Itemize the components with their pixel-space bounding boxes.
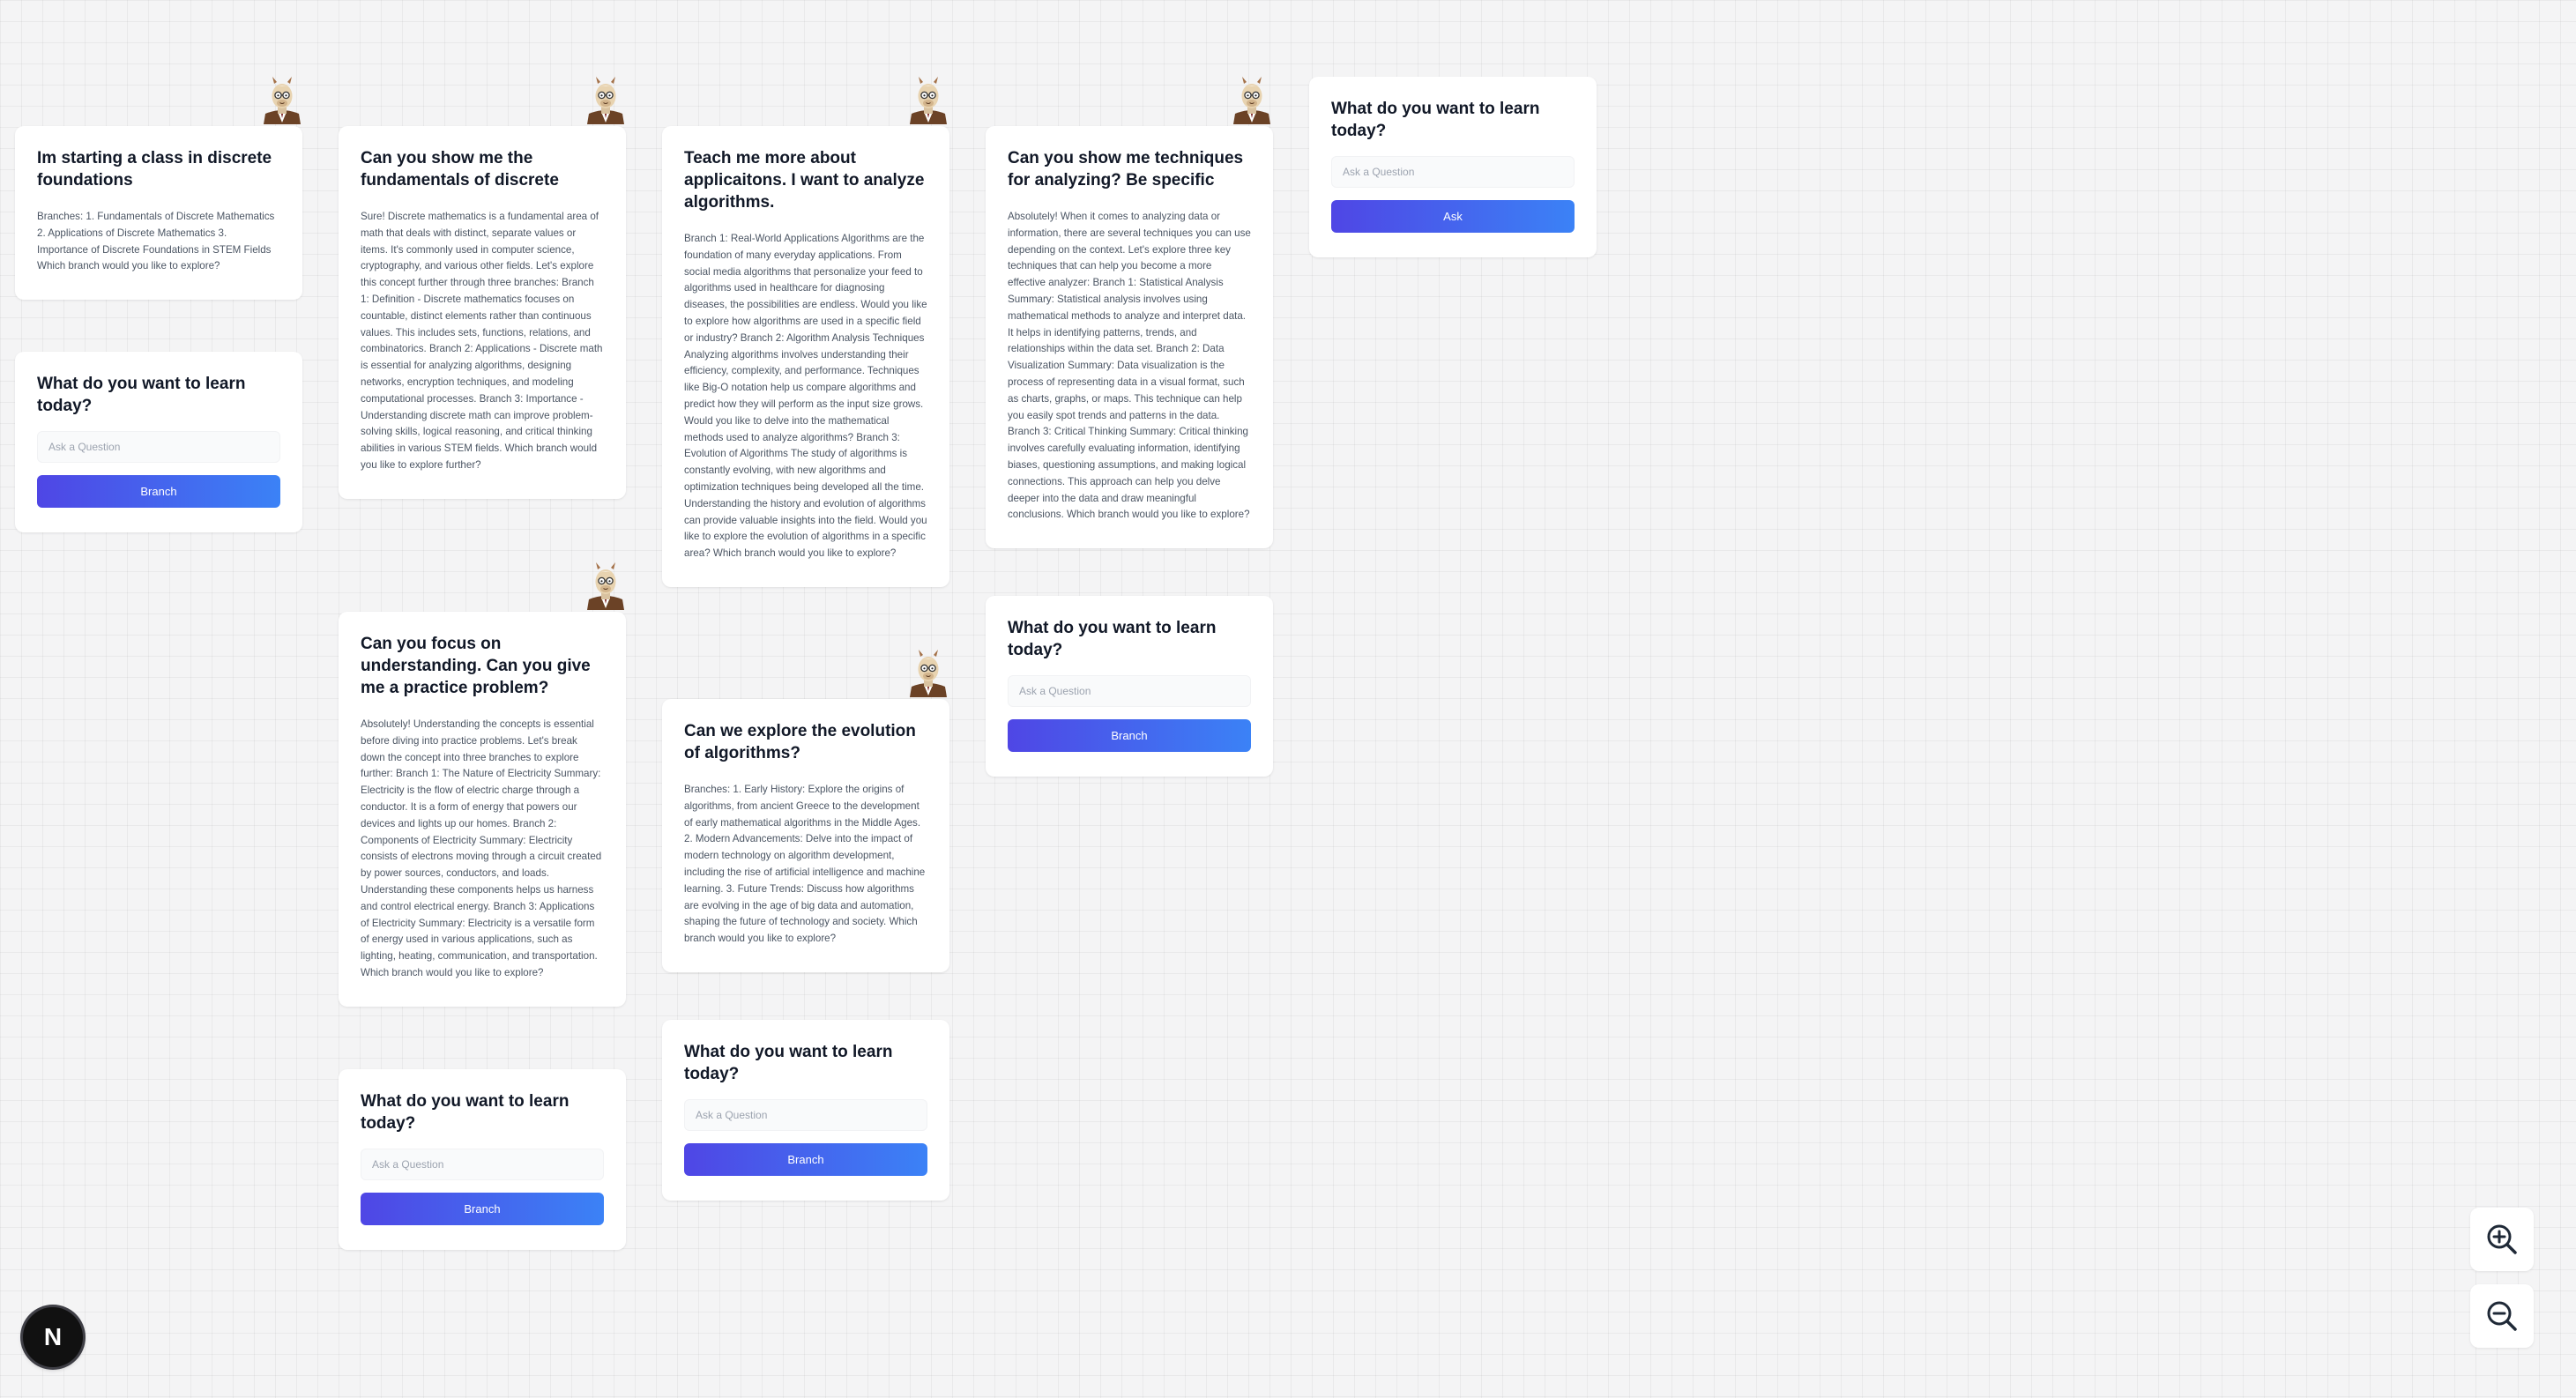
ask-card: What do you want to learn today? Branch (986, 596, 1273, 777)
ask-title: What do you want to learn today? (361, 1092, 570, 1133)
message-card: Can you show me techniques for analyzing… (986, 126, 1273, 549)
ask-card: What do you want to learn today? Branch (339, 1069, 626, 1250)
answer-text: Absolutely! When it comes to analyzing d… (1008, 211, 1251, 521)
zoom-out-icon (2487, 1301, 2517, 1331)
zoom-in-icon (2487, 1224, 2517, 1254)
ask-title: What do you want to learn today? (37, 375, 246, 415)
llama-professor-icon (1230, 77, 1274, 124)
answer-text: Branch 1: Real-World Applications Algori… (684, 233, 927, 560)
question-input[interactable] (1331, 156, 1575, 188)
ask-card: What do you want to learn today? Branch (662, 1020, 949, 1201)
branch-button[interactable]: Branch (684, 1143, 927, 1176)
message-card: Teach me more about applicaitons. I want… (662, 126, 949, 587)
llama-professor-icon (906, 650, 950, 697)
ask-button[interactable]: Ask (1331, 200, 1575, 233)
branch-button[interactable]: Branch (361, 1193, 604, 1225)
question-title: Im starting a class in discrete foundati… (37, 149, 272, 190)
llama-professor-icon (584, 77, 628, 124)
message-card: Im starting a class in discrete foundati… (15, 126, 302, 301)
question-title: Can we explore the evolution of algorith… (684, 722, 916, 762)
next-logo-icon: N (43, 1323, 63, 1350)
question-input[interactable] (37, 431, 280, 463)
ask-card: What do you want to learn today? Ask (1309, 77, 1597, 257)
answer-text: Sure! Discrete mathematics is a fundamen… (361, 211, 603, 471)
question-title: Teach me more about applicaitons. I want… (684, 149, 925, 212)
message-card: Can you show me the fundamentals of disc… (339, 126, 626, 499)
zoom-out-button[interactable] (2470, 1284, 2534, 1348)
zoom-in-button[interactable] (2470, 1208, 2534, 1271)
question-input[interactable] (1008, 675, 1251, 707)
question-input[interactable] (361, 1149, 604, 1180)
question-title: Can you show me techniques for analyzing… (1008, 149, 1244, 190)
question-input[interactable] (684, 1099, 927, 1131)
answer-text: Absolutely! Understanding the concepts i… (361, 718, 602, 978)
answer-text: Branches: 1. Fundamentals of Discrete Ma… (37, 211, 275, 272)
ask-title: What do you want to learn today? (1331, 100, 1540, 140)
question-title: Can you focus on understanding. Can you … (361, 635, 591, 697)
llama-professor-icon (260, 77, 304, 124)
ask-card: What do you want to learn today? Branch (15, 352, 302, 532)
message-card: Can you focus on understanding. Can you … (339, 612, 626, 1007)
branch-button[interactable]: Branch (1008, 719, 1251, 752)
ask-title: What do you want to learn today? (1008, 619, 1217, 659)
next-dev-badge[interactable]: N (23, 1307, 83, 1367)
llama-professor-icon (584, 562, 628, 610)
llama-professor-icon (906, 77, 950, 124)
message-card: Can we explore the evolution of algorith… (662, 699, 949, 972)
ask-title: What do you want to learn today? (684, 1043, 893, 1083)
branch-button[interactable]: Branch (37, 475, 280, 508)
question-title: Can you show me the fundamentals of disc… (361, 149, 559, 190)
answer-text: Branches: 1. Early History: Explore the … (684, 784, 926, 945)
